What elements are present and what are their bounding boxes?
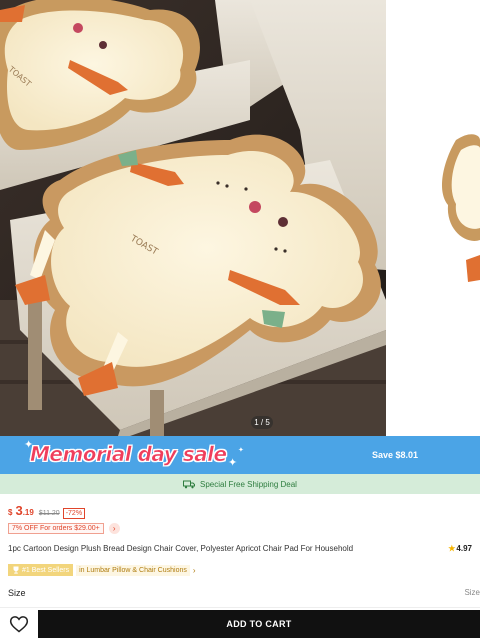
product-photo-main[interactable]: TOAST TOAST xyxy=(0,0,386,436)
bestseller-row[interactable]: #1 Best Sellers in Lumbar Pillow & Chair… xyxy=(8,564,196,576)
sale-title: Memorial day sale xyxy=(30,442,228,467)
free-shipping-bar[interactable]: Special Free Shipping Deal xyxy=(0,474,480,494)
price-decimal: .19 xyxy=(22,508,34,517)
price-row: $ 3 .19 $11.20 -72% xyxy=(8,503,86,519)
price-integer: 3 xyxy=(15,503,23,518)
toast-cushion-photo-peek xyxy=(386,0,480,436)
size-label: Size xyxy=(8,588,26,598)
product-title-row: 1pc Cartoon Design Plush Bread Design Ch… xyxy=(8,544,472,556)
sale-save-amount: Save $8.01 xyxy=(372,450,419,460)
product-title: 1pc Cartoon Design Plush Bread Design Ch… xyxy=(8,544,354,553)
sparkle-icon: ✦ xyxy=(228,457,238,469)
truck-icon xyxy=(183,480,196,488)
heart-icon xyxy=(9,616,29,633)
shipping-text: Special Free Shipping Deal xyxy=(200,479,297,489)
chevron-right-icon[interactable]: › xyxy=(108,523,120,534)
size-row: Size Size xyxy=(8,588,480,600)
discount-badge: -72% xyxy=(62,508,86,519)
trophy-icon xyxy=(13,566,19,574)
chevron-right-icon[interactable]: › xyxy=(193,566,196,575)
price-currency: $ xyxy=(8,508,13,517)
gallery-counter: 1 / 5 xyxy=(251,416,273,429)
toast-cushion-photo: TOAST TOAST xyxy=(0,0,386,436)
product-photo-next[interactable] xyxy=(386,0,480,436)
bottom-action-bar: ADD TO CART xyxy=(0,607,480,640)
product-rating[interactable]: ★4.97 xyxy=(448,544,472,553)
memorial-day-sale-banner[interactable]: ✦ ✦ ✦ Memorial day sale Save $8.01 xyxy=(0,436,480,474)
product-image-gallery[interactable]: TOAST TOAST 1 / 5 xyxy=(0,0,480,436)
wishlist-button[interactable] xyxy=(9,614,29,634)
bestseller-label: #1 Best Sellers xyxy=(22,566,70,574)
sparkle-icon: ✦ xyxy=(238,447,244,454)
bestseller-category[interactable]: in Lumbar Pillow & Chair Cushions xyxy=(76,564,190,576)
promo-badge[interactable]: 7% OFF For orders $29.00+ xyxy=(8,523,104,534)
bestseller-badge: #1 Best Sellers xyxy=(8,564,74,576)
star-icon: ★ xyxy=(448,544,456,553)
rating-value: 4.97 xyxy=(456,544,472,553)
product-detail-page: TOAST TOAST 1 / 5 ✦ ✦ ✦ Memorial day sal… xyxy=(0,0,480,640)
original-price: $11.20 xyxy=(38,510,60,517)
size-guide-link[interactable]: Size xyxy=(464,588,480,597)
add-to-cart-button[interactable]: ADD TO CART xyxy=(38,610,480,638)
promo-row[interactable]: 7% OFF For orders $29.00+ › xyxy=(8,523,120,534)
